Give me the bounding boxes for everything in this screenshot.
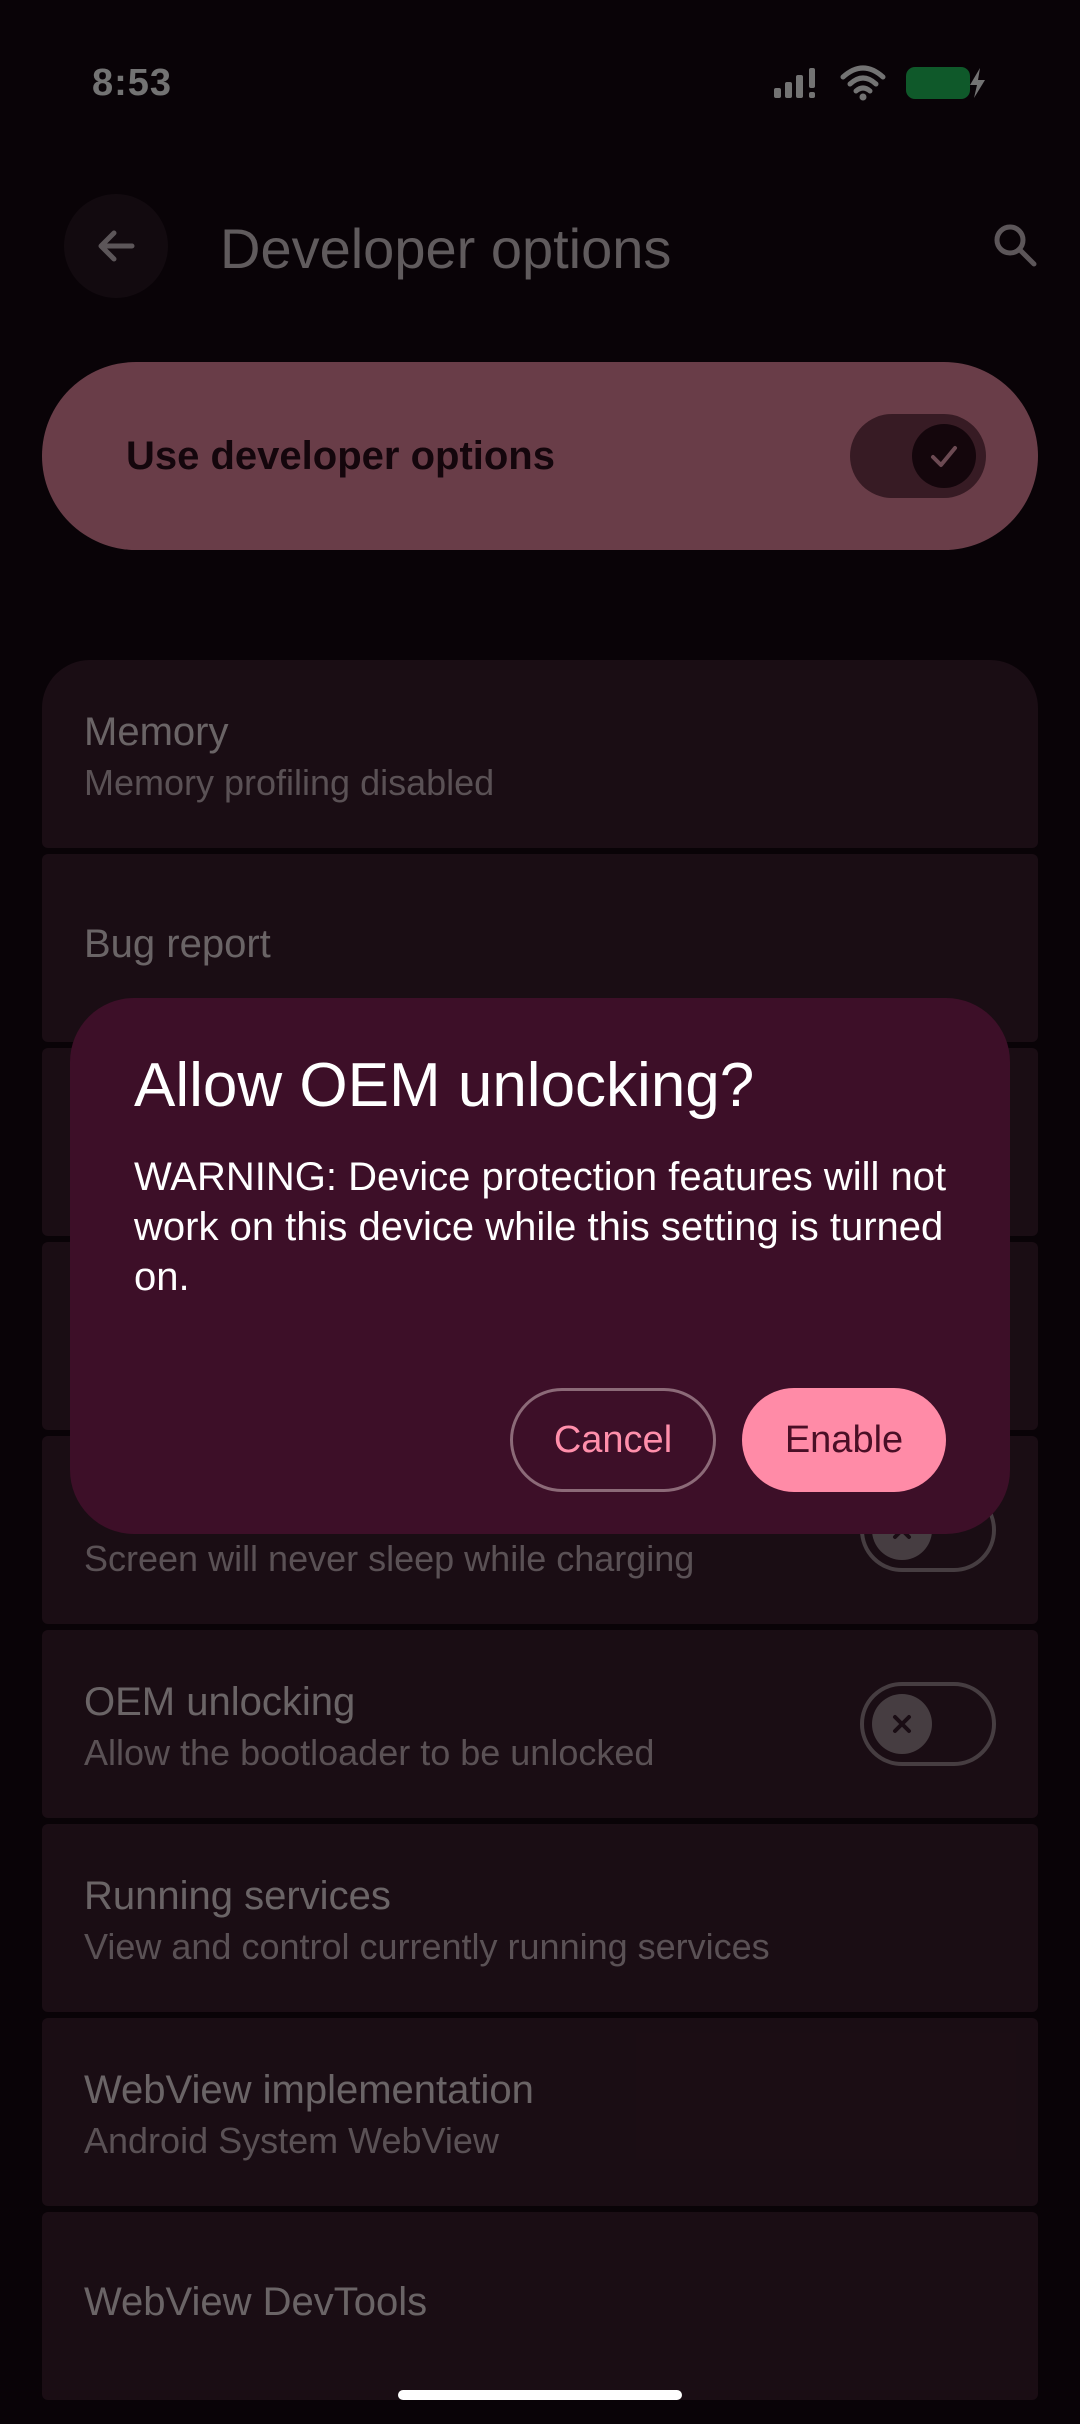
- back-button[interactable]: [64, 194, 168, 298]
- use-developer-options-label: Use developer options: [126, 433, 555, 478]
- setting-memory[interactable]: Memory Memory profiling disabled: [42, 660, 1038, 848]
- app-bar: Developer options: [0, 180, 1080, 310]
- page-title: Developer options: [220, 217, 672, 280]
- switch-thumb: [912, 424, 976, 488]
- setting-running-services[interactable]: Running services View and control curren…: [42, 1824, 1038, 2012]
- check-icon: [931, 446, 957, 467]
- home-indicator[interactable]: [398, 2390, 682, 2400]
- setting-subtitle: Android System WebView: [84, 2120, 499, 2161]
- setting-subtitle: Allow the bootloader to be unlocked: [84, 1732, 655, 1773]
- switch-thumb: [872, 1694, 932, 1754]
- dialog-title: Allow OEM unlocking?: [134, 1051, 755, 1120]
- setting-subtitle: Memory profiling disabled: [84, 762, 495, 803]
- signal-icon: [774, 68, 815, 98]
- setting-title: WebView implementation: [84, 2068, 534, 2112]
- setting-subtitle: Screen will never sleep while charging: [84, 1538, 695, 1579]
- arrow-back-icon: [98, 230, 135, 262]
- cancel-button[interactable]: Cancel: [510, 1388, 716, 1492]
- search-button[interactable]: [970, 200, 1060, 290]
- status-bar: 8:53: [0, 0, 1080, 170]
- search-icon: [994, 224, 1037, 267]
- enable-button[interactable]: Enable: [742, 1388, 946, 1492]
- setting-title: Running services: [84, 1874, 391, 1918]
- setting-oem-unlocking[interactable]: OEM unlocking Allow the bootloader to be…: [42, 1630, 1038, 1818]
- dialog-message: WARNING: Device protection features will…: [134, 1155, 947, 1299]
- oem-unlock-dialog: Allow OEM unlocking? WARNING: Device pro…: [70, 998, 1010, 1534]
- setting-title: Bug report: [84, 922, 271, 966]
- close-icon: [893, 1715, 911, 1733]
- oem-unlocking-switch[interactable]: [860, 1682, 996, 1766]
- setting-webview-devtools[interactable]: WebView DevTools: [42, 2212, 1038, 2400]
- battery-charging-icon: [906, 67, 985, 99]
- use-developer-options-switch[interactable]: [850, 414, 986, 498]
- setting-subtitle: View and control currently running servi…: [84, 1926, 770, 1967]
- setting-title: Memory: [84, 710, 229, 754]
- setting-webview-implementation[interactable]: WebView implementation Android System We…: [42, 2018, 1038, 2206]
- use-developer-options-card[interactable]: Use developer options: [42, 362, 1038, 550]
- setting-title: OEM unlocking: [84, 1680, 356, 1724]
- status-icons: [772, 64, 988, 102]
- status-time: 8:53: [92, 62, 173, 104]
- setting-title: WebView DevTools: [84, 2280, 428, 2324]
- wifi-icon: [840, 65, 886, 101]
